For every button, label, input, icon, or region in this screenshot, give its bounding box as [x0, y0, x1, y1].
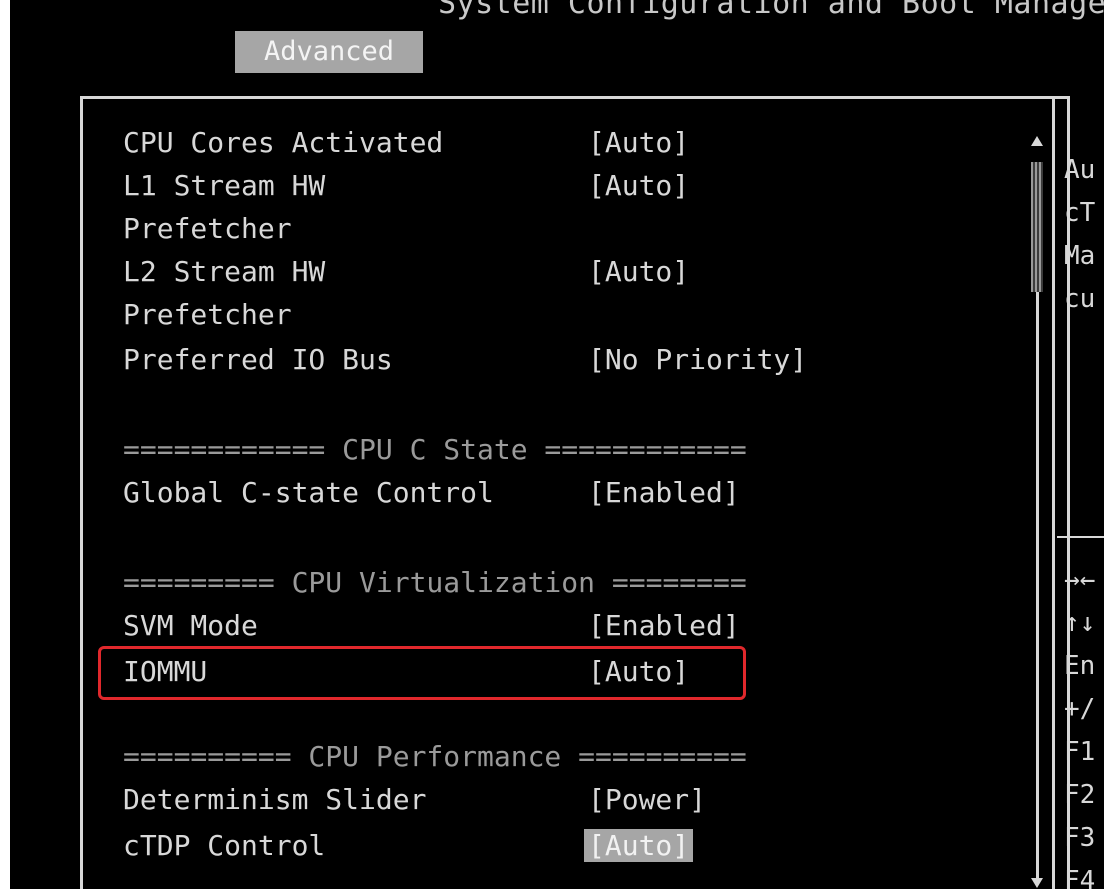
key-hint: +/ [1064, 694, 1096, 724]
setting-label-l1-prefetcher[interactable]: L1 Stream HW [123, 168, 325, 204]
section-cpu-c-state: ============ CPU C State ============ [123, 433, 747, 466]
bios-title: System Configuration and Boot Manage [438, 0, 1104, 21]
help-divider [1057, 536, 1104, 538]
setting-label-preferred-io-bus[interactable]: Preferred IO Bus [123, 342, 393, 378]
setting-label-determinism-slider[interactable]: Determinism Slider [123, 782, 426, 818]
bios-screen: System Configuration and Boot Manage Adv… [10, 0, 1104, 889]
setting-value-ctdp-control[interactable]: [Auto] [584, 828, 694, 864]
key-hint: F3 [1064, 823, 1096, 853]
setting-value-preferred-io-bus[interactable]: [No Priority] [588, 342, 807, 378]
setting-value-cpu-cores[interactable]: [Auto] [588, 125, 689, 161]
frame-divider [1052, 96, 1055, 889]
setting-value-l2-prefetcher[interactable]: [Auto] [588, 254, 689, 290]
key-hint: F1 [1064, 737, 1096, 767]
setting-label-ctdp-control[interactable]: cTDP Control [123, 828, 325, 864]
help-line: cu [1064, 284, 1096, 314]
setting-value-determinism-slider[interactable]: [Power] [588, 782, 706, 818]
scroll-thumb[interactable] [1031, 162, 1043, 292]
setting-label-l2-prefetcher-line2[interactable]: Prefetcher [123, 297, 292, 333]
tab-advanced[interactable]: Advanced [235, 31, 423, 73]
setting-label-global-c-state[interactable]: Global C-state Control [123, 475, 494, 511]
key-hint: F2 [1064, 780, 1096, 810]
scroll-down-arrow-icon[interactable] [1031, 878, 1043, 888]
setting-label-svm-mode[interactable]: SVM Mode [123, 608, 258, 644]
iommu-annotation-box [98, 646, 746, 700]
key-hint: →← [1064, 565, 1096, 595]
key-hint: F4 [1064, 866, 1096, 889]
setting-label-cpu-cores[interactable]: CPU Cores Activated [123, 125, 443, 161]
scroll-up-arrow-icon[interactable] [1031, 136, 1043, 146]
setting-label-l1-prefetcher-line2[interactable]: Prefetcher [123, 211, 292, 247]
scrollbar[interactable] [1029, 136, 1045, 889]
selected-value-highlight[interactable]: [Auto] [584, 829, 694, 862]
setting-value-l1-prefetcher[interactable]: [Auto] [588, 168, 689, 204]
section-cpu-performance: ========== CPU Performance ========== [123, 740, 747, 773]
key-hint: ↑↓ [1064, 608, 1096, 638]
help-line: cT [1064, 198, 1096, 228]
setting-label-l2-prefetcher[interactable]: L2 Stream HW [123, 254, 325, 290]
setting-value-svm-mode[interactable]: [Enabled] [588, 608, 740, 644]
setting-value-global-c-state[interactable]: [Enabled] [588, 475, 740, 511]
help-line: Au [1064, 155, 1096, 185]
section-cpu-virtualization: ========= CPU Virtualization ======== [123, 566, 747, 599]
key-hint: En [1064, 651, 1096, 681]
help-line: Ma [1064, 241, 1096, 271]
scroll-track[interactable] [1036, 292, 1039, 882]
